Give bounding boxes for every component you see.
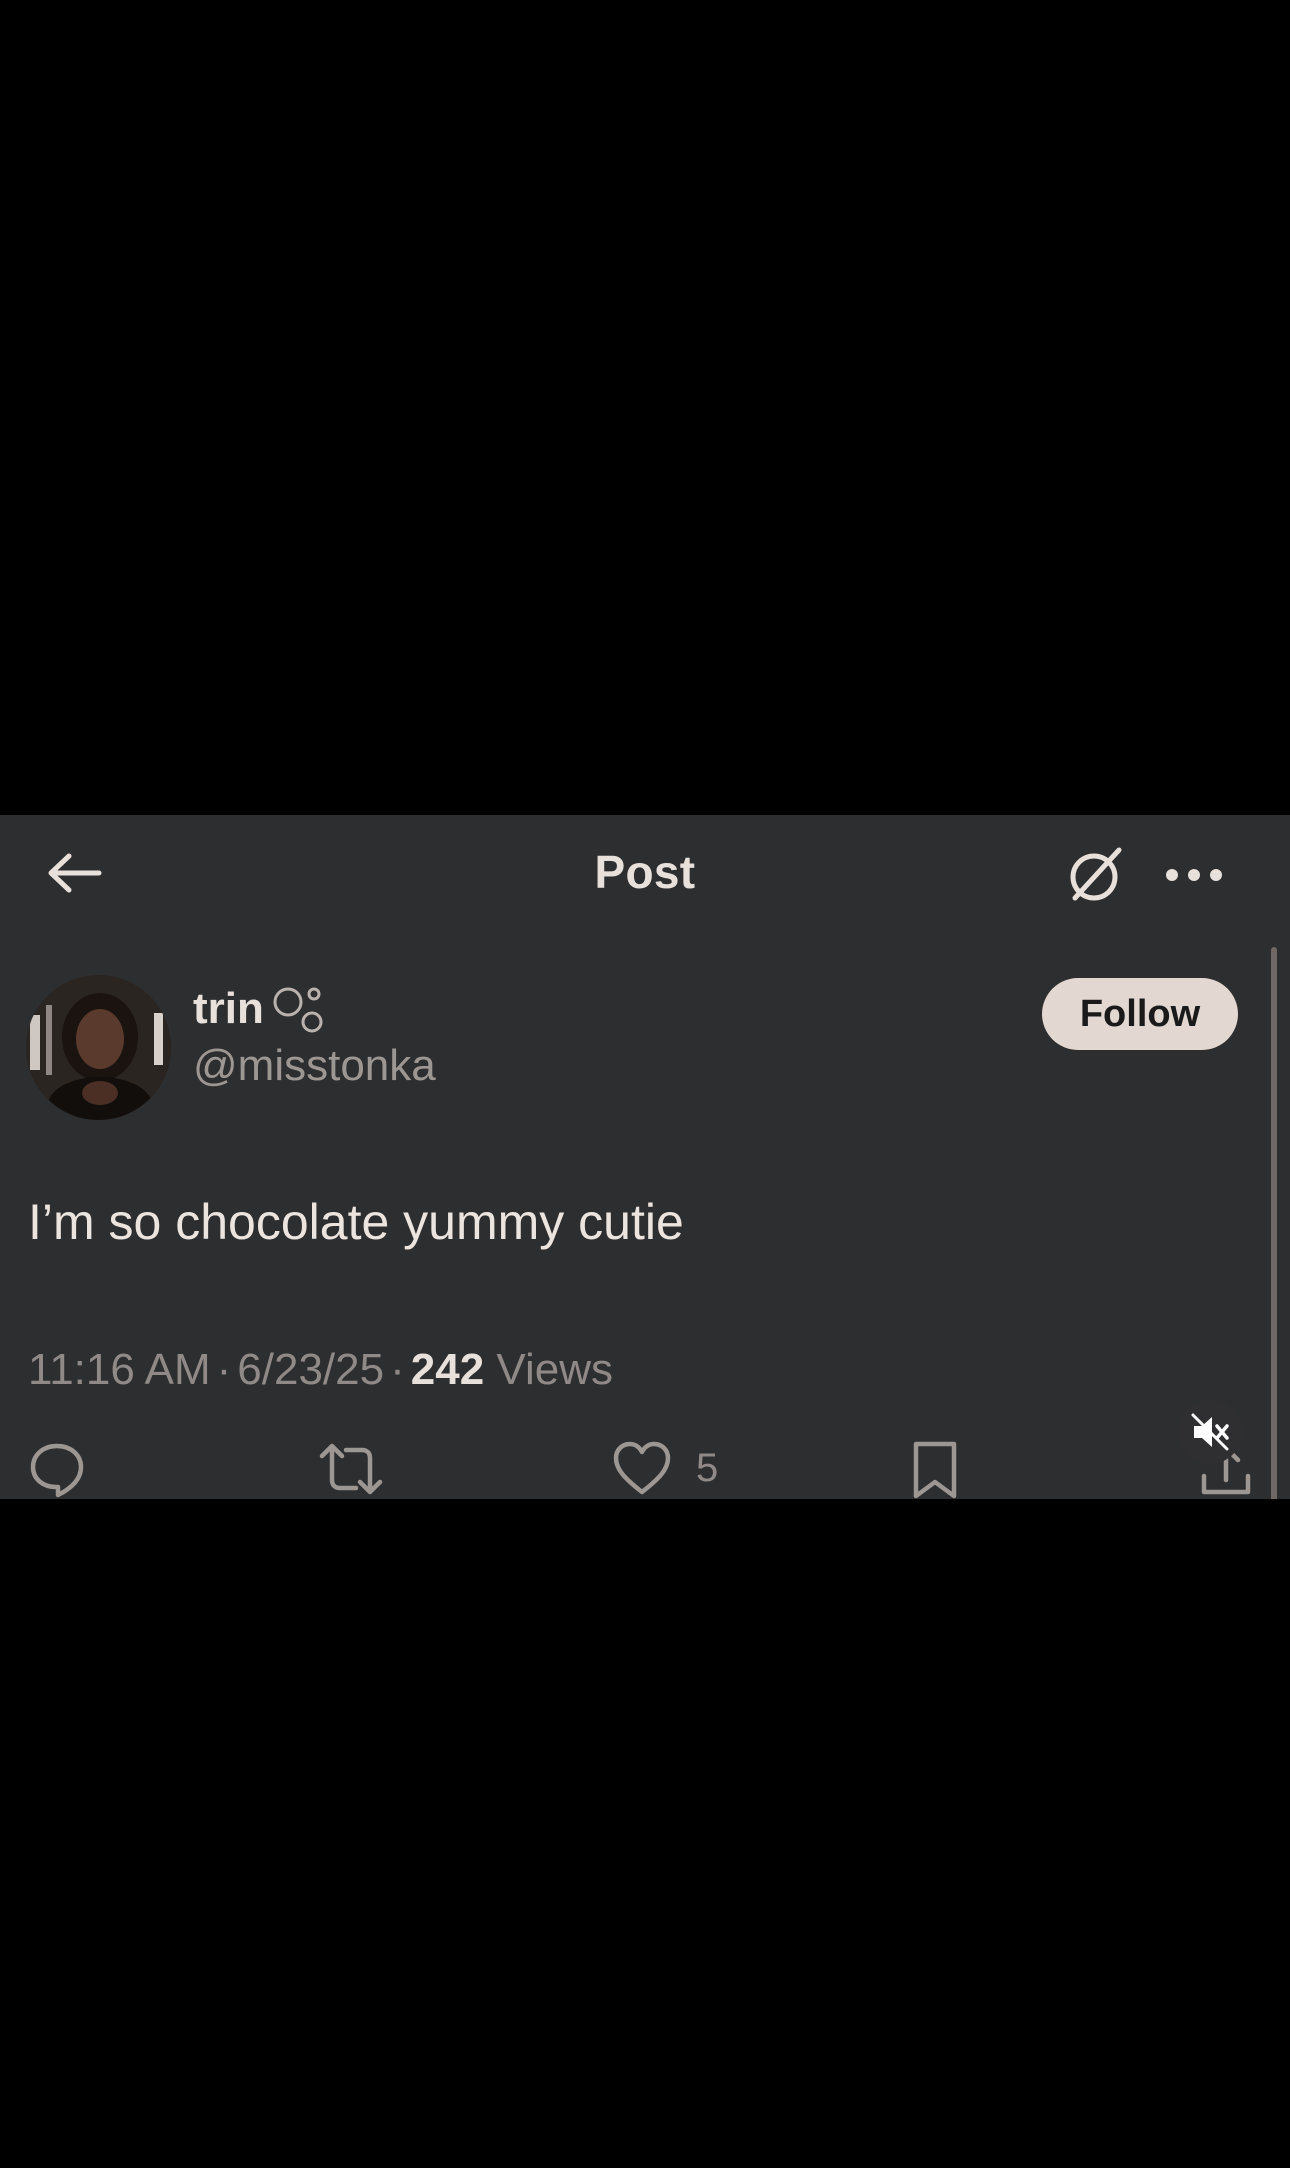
speaker-muted-icon — [1191, 1413, 1229, 1451]
views-label[interactable]: Views — [496, 1345, 613, 1394]
bookmark-icon — [913, 1441, 957, 1499]
meta-separator: · — [390, 1345, 405, 1394]
display-name-row[interactable]: trin — [193, 980, 328, 1038]
post-date[interactable]: 6/23/25 — [237, 1345, 384, 1394]
like-button[interactable]: 5 — [612, 1440, 718, 1496]
meta-separator: · — [216, 1345, 232, 1394]
display-name[interactable]: trin — [193, 984, 264, 1034]
post-time[interactable]: 11:16 AM — [28, 1345, 211, 1394]
slashed-circle-icon — [1070, 847, 1122, 901]
grok-button[interactable] — [1060, 839, 1132, 911]
repost-button[interactable] — [318, 1440, 384, 1498]
screen: Post trin @misstonka Follow I’m so choco… — [0, 0, 1290, 2168]
avatar-photo — [26, 975, 171, 1120]
mute-toggle-button[interactable] — [1178, 1400, 1242, 1464]
scrollbar[interactable] — [1271, 947, 1277, 1499]
like-count: 5 — [696, 1445, 719, 1490]
more-options-button[interactable] — [1158, 845, 1230, 905]
post-text: I’m so chocolate yummy cutie — [28, 1194, 684, 1250]
reply-icon — [30, 1443, 84, 1498]
avatar[interactable] — [26, 975, 171, 1120]
bookmark-button[interactable] — [910, 1440, 960, 1499]
reply-button[interactable] — [28, 1440, 86, 1498]
follow-button[interactable]: Follow — [1042, 978, 1238, 1050]
views-count[interactable]: 242 — [411, 1345, 484, 1394]
bubbles-emoji-icon — [273, 987, 323, 1033]
top-bar: Post — [0, 815, 1290, 925]
repost-icon — [319, 1443, 383, 1495]
post-metadata: 11:16 AM · 6/23/25 · 242 Views — [28, 1345, 613, 1395]
user-handle[interactable]: @misstonka — [193, 1041, 436, 1091]
heart-icon — [613, 1441, 671, 1495]
more-horizontal-icon — [1166, 869, 1222, 881]
post-detail-view: Post trin @misstonka Follow I’m so choco… — [0, 815, 1290, 1499]
